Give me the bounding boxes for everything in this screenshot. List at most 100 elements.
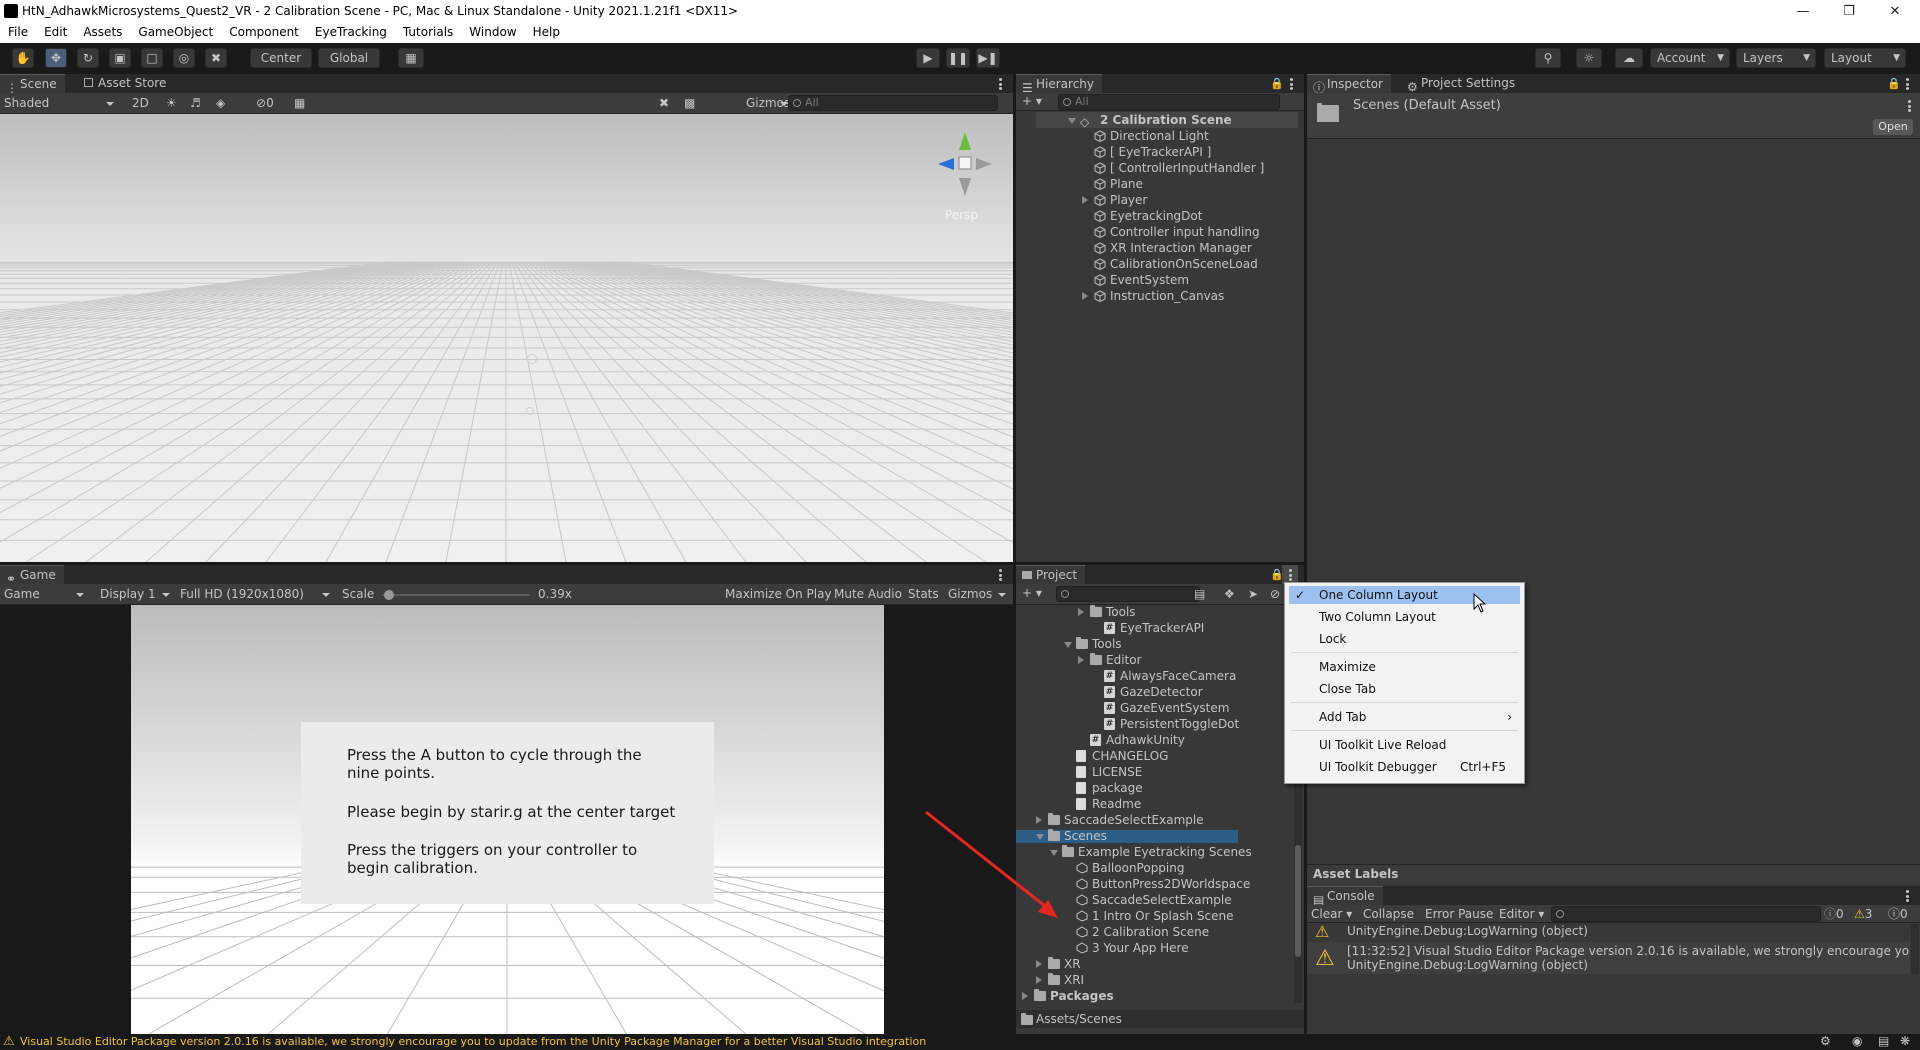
- persp-label[interactable]: Persp: [945, 208, 978, 222]
- game-menu-icon[interactable]: [998, 569, 1002, 581]
- tab-hierarchy[interactable]: ☰ Hierarchy: [1016, 74, 1103, 95]
- search-by-type-icon[interactable]: ▤: [1190, 586, 1209, 603]
- menu-item-maximize[interactable]: Maximize: [1285, 658, 1524, 676]
- project-item[interactable]: # AlwaysFaceCamera: [1016, 670, 1238, 683]
- stats-toggle[interactable]: Stats: [904, 586, 943, 603]
- tab-scene[interactable]: ⋮ Scene: [0, 74, 65, 95]
- project-item[interactable]: # AdhawkUnity: [1016, 734, 1238, 747]
- transform-tool-icon[interactable]: ◎: [173, 48, 195, 68]
- console-scrollbar[interactable]: [1911, 924, 1919, 974]
- hierarchy-item[interactable]: Controller input handling: [1036, 224, 1268, 240]
- menu-file[interactable]: File: [0, 22, 36, 43]
- scale-tool-icon[interactable]: ▣: [109, 48, 131, 68]
- scene-search-input[interactable]: All: [788, 95, 998, 111]
- hierarchy-item[interactable]: XR Interaction Manager: [1036, 240, 1268, 256]
- hierarchy-item[interactable]: Plane: [1036, 176, 1268, 192]
- project-scroll-thumb[interactable]: [1295, 845, 1301, 957]
- create-button[interactable]: + ▾: [1018, 93, 1046, 110]
- game-viewport[interactable]: Press the A button to cycle through the …: [131, 605, 884, 1035]
- inspector-menu-icon[interactable]: [1905, 78, 1909, 90]
- gizmos-dropdown[interactable]: Gizmos: [742, 95, 792, 112]
- menu-eyetracking[interactable]: EyeTracking: [307, 22, 395, 43]
- custom-tool-icon[interactable]: ✖: [205, 48, 227, 68]
- project-item[interactable]: 2 Calibration Scene: [1016, 926, 1238, 939]
- search-by-label-icon[interactable]: ❖: [1220, 586, 1239, 603]
- menu-tutorials[interactable]: Tutorials: [395, 22, 461, 43]
- shading-dropdown[interactable]: Shaded: [0, 95, 118, 112]
- tab-asset-store[interactable]: Asset Store: [78, 74, 175, 93]
- expand-arrow-icon[interactable]: [1064, 642, 1072, 648]
- project-item[interactable]: # PersistentToggleDot: [1016, 718, 1239, 731]
- expand-arrow-icon[interactable]: [1036, 976, 1042, 984]
- minimize-icon[interactable]: —: [1780, 0, 1826, 22]
- menu-item-ui-toolkit-live-reload[interactable]: UI Toolkit Live Reload: [1285, 736, 1524, 754]
- cloud-icon[interactable]: ☁: [1615, 48, 1643, 68]
- status-bar[interactable]: ⚠ Visual Studio Editor Package version 2…: [0, 1034, 1920, 1050]
- menu-item-close-tab[interactable]: Close Tab: [1285, 680, 1524, 698]
- lighting-icon[interactable]: ☀: [162, 95, 181, 112]
- console-entry[interactable]: ⚠ [11:32:52] Visual Studio Editor Packag…: [1307, 942, 1910, 974]
- mute-audio-toggle[interactable]: Mute Audio: [830, 586, 906, 603]
- menu-help[interactable]: Help: [525, 22, 568, 43]
- search-by-tag-icon[interactable]: ➤: [1244, 586, 1262, 603]
- camera-icon[interactable]: ▩: [680, 95, 699, 112]
- expand-arrow-icon[interactable]: [1082, 196, 1088, 204]
- step-button[interactable]: ▶❚: [976, 48, 1000, 68]
- pause-button[interactable]: ❚❚: [946, 48, 970, 68]
- 2d-toggle[interactable]: 2D: [128, 95, 150, 112]
- clear-button[interactable]: Clear ▾: [1311, 906, 1352, 922]
- resolution-dropdown[interactable]: Full HD (1920x1080): [176, 586, 334, 603]
- hierarchy-item[interactable]: Directional Light: [1036, 128, 1268, 144]
- expand-arrow-icon[interactable]: [1078, 608, 1084, 616]
- menu-component[interactable]: Component: [221, 22, 307, 43]
- scale-slider[interactable]: [382, 590, 530, 600]
- pivot-center-button[interactable]: Center: [250, 48, 312, 68]
- console-menu-icon[interactable]: [1905, 890, 1909, 902]
- editor-dropdown[interactable]: Editor ▾: [1499, 906, 1544, 922]
- menu-assets[interactable]: Assets: [75, 22, 130, 43]
- hierarchy-item[interactable]: [ ControllerInputHandler ]: [1036, 160, 1268, 176]
- error-count-toggle[interactable]: ⓘ0: [1888, 906, 1908, 922]
- close-icon[interactable]: ✕: [1872, 0, 1918, 22]
- pivot-global-button[interactable]: Global: [318, 48, 380, 68]
- lock-icon[interactable]: 🔒: [1270, 77, 1284, 90]
- play-button[interactable]: ▶: [916, 48, 940, 68]
- game-gizmos-dropdown[interactable]: Gizmos: [944, 586, 1010, 603]
- progress-icon[interactable]: ▤: [1878, 1034, 1889, 1048]
- expand-arrow-icon[interactable]: [1068, 118, 1076, 124]
- hierarchy-item[interactable]: CalibrationOnSceneLoad: [1036, 256, 1268, 272]
- display-dropdown[interactable]: Display 1: [96, 586, 174, 603]
- project-item[interactable]: Editor: [1016, 653, 1238, 667]
- object-gizmo-icon[interactable]: [526, 407, 534, 415]
- hand-tool-icon[interactable]: ✋: [12, 48, 34, 68]
- layout-dropdown[interactable]: Layout ▼: [1824, 48, 1906, 68]
- network-icon[interactable]: ◉: [1852, 1034, 1862, 1048]
- console-search-input[interactable]: [1551, 906, 1821, 922]
- project-item[interactable]: XRI: [1016, 973, 1238, 987]
- hidden-packages-icon[interactable]: ⊘: [1266, 586, 1284, 603]
- menu-item-two-column-layout[interactable]: Two Column Layout: [1285, 608, 1524, 626]
- expand-arrow-icon[interactable]: [1036, 960, 1042, 968]
- hierarchy-search-input[interactable]: All: [1058, 94, 1280, 110]
- project-item[interactable]: package: [1016, 782, 1238, 795]
- tab-project-settings[interactable]: ⚙ Project Settings: [1401, 74, 1524, 94]
- collab-icon[interactable]: ☼: [1576, 48, 1602, 68]
- menu-item-add-tab[interactable]: Add Tab ›: [1285, 708, 1524, 726]
- scene-viewport[interactable]: Persp: [0, 114, 1013, 562]
- menu-item-lock[interactable]: Lock: [1285, 630, 1524, 648]
- restore-icon[interactable]: ❐: [1826, 0, 1872, 22]
- tools-icon[interactable]: ✖: [655, 95, 673, 112]
- open-button[interactable]: Open: [1873, 119, 1913, 135]
- audio-icon[interactable]: ♬: [186, 95, 205, 112]
- rect-tool-icon[interactable]: □: [141, 48, 163, 68]
- lock-icon[interactable]: 🔒: [1887, 77, 1901, 90]
- menu-window[interactable]: Window: [461, 22, 524, 43]
- search-icon[interactable]: ⚲: [1535, 48, 1561, 68]
- light-gizmo-icon[interactable]: [527, 354, 537, 364]
- info-count-toggle[interactable]: ⓘ0: [1824, 906, 1844, 922]
- project-item[interactable]: CHANGELOG: [1016, 750, 1238, 763]
- maximize-on-play-toggle[interactable]: Maximize On Play: [721, 586, 836, 603]
- project-item[interactable]: XR: [1016, 957, 1238, 971]
- menu-edit[interactable]: Edit: [36, 22, 75, 43]
- grid-snap-icon[interactable]: ▦: [398, 48, 424, 68]
